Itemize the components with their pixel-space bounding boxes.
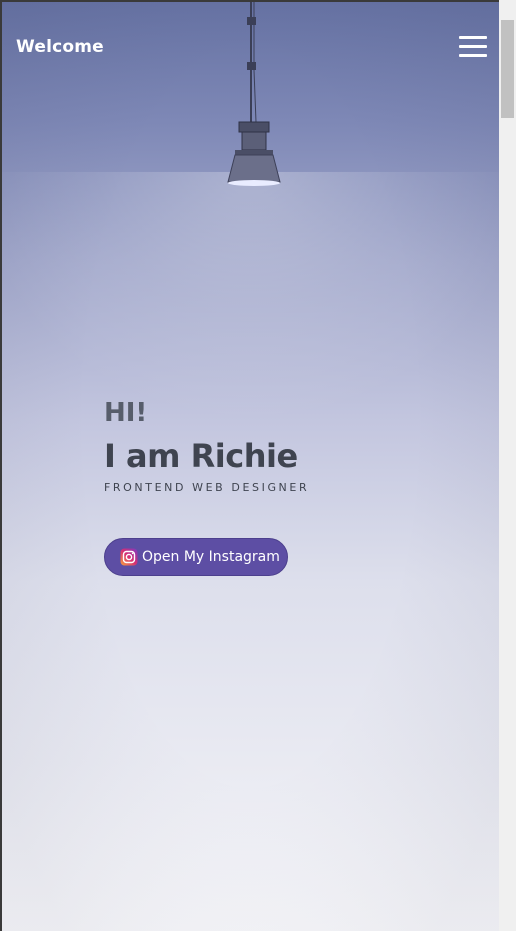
hero-greeting: HI!	[104, 398, 148, 428]
page-viewport: Welcome HI! I am Richie FRONTEND WEB DES…	[2, 2, 499, 931]
hanging-lamp-icon	[227, 2, 281, 186]
open-instagram-button[interactable]: Open My Instagram	[104, 538, 288, 576]
hero-role: FRONTEND WEB DESIGNER	[104, 481, 310, 494]
lamp-light-beam	[2, 172, 499, 592]
site-brand[interactable]: Welcome	[16, 37, 104, 57]
instagram-icon	[120, 548, 138, 566]
scrollbar-thumb[interactable]	[501, 20, 514, 118]
open-instagram-label: Open My Instagram	[142, 549, 280, 565]
hero-name: I am Richie	[104, 437, 298, 475]
hamburger-menu-icon[interactable]	[459, 36, 489, 60]
hero-section: HI! I am Richie FRONTEND WEB DESIGNER	[104, 397, 309, 494]
vertical-scrollbar[interactable]	[499, 0, 516, 931]
